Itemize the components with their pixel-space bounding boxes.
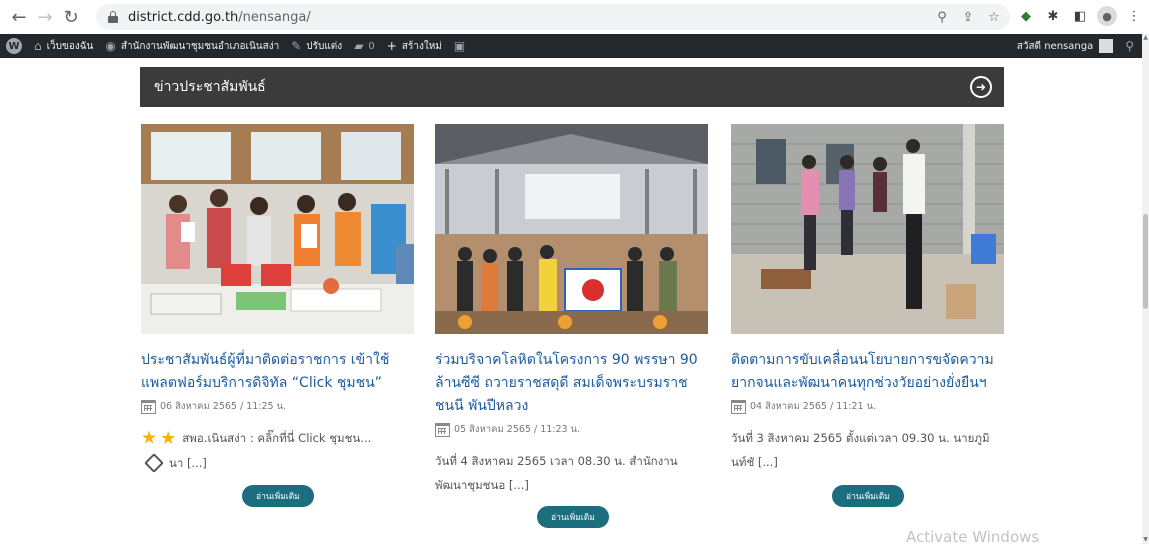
wp-site-name[interactable]: ◉ สำนักงานพัฒนาชุมชนอำเภอเนินสง่า xyxy=(99,34,285,58)
news-photo[interactable] xyxy=(141,124,414,334)
wp-new[interactable]: + สร้างใหม่ xyxy=(381,34,448,58)
news-card: ติดตามการขับเคลื่อนนโยบายการขจัดความยากจ… xyxy=(731,124,1004,474)
read-more-button[interactable]: อ่านเพิ่มเติม xyxy=(537,506,609,528)
news-date: 05 สิงหาคม 2565 / 11:23 น. xyxy=(435,422,708,437)
url-text[interactable]: district.cdd.go.th/nensanga/ xyxy=(128,10,311,25)
comment-icon: ▰ xyxy=(354,39,364,53)
wp-new-label: สร้างใหม่ xyxy=(401,40,442,52)
calendar-icon xyxy=(141,399,156,414)
arrow-right-circle-icon[interactable]: ➜ xyxy=(970,76,992,98)
lock-icon[interactable] xyxy=(108,11,118,23)
address-bar[interactable]: district.cdd.go.th/nensanga/ ⚲ ⇪ ☆ xyxy=(96,4,1010,30)
news-excerpt: วันที่ 4 สิงหาคม 2565 เวลา 08.30 น. สำนั… xyxy=(435,454,678,492)
menu-kebab-icon[interactable]: ⋮ xyxy=(1124,6,1144,26)
news-excerpt-line1: สพอ.เนินสง่า : คลิ๊กที่นี่ Click ชุมชน..… xyxy=(182,431,372,445)
news-card: ร่วมบริจาคโลหิตในโครงการ 90 พรรษา 90 ล้า… xyxy=(435,124,708,497)
brush-icon: ✎ xyxy=(291,39,302,53)
news-card: ประชาสัมพันธ์ผู้ที่มาติดต่อราชการ เข้าใช… xyxy=(141,124,414,475)
reload-icon[interactable]: ↻ xyxy=(58,4,84,30)
read-more-button[interactable]: อ่านเพิ่มเติม xyxy=(832,485,904,507)
wp-search-icon[interactable]: ⚲ xyxy=(1125,39,1134,53)
wp-my-site[interactable]: ⌂ เว็บของฉัน xyxy=(28,34,99,58)
wp-logo-menu[interactable]: W xyxy=(0,34,28,58)
share-icon[interactable]: ⇪ xyxy=(958,7,978,27)
wp-comments-count: 0 xyxy=(368,40,375,52)
news-date-text: 06 สิงหาคม 2565 / 11:25 น. xyxy=(160,401,287,412)
news-photo[interactable] xyxy=(435,124,708,334)
news-photo[interactable] xyxy=(731,124,1004,334)
star-icon: ★ xyxy=(141,427,158,449)
section-title: ข่าวประชาสัมพันธ์ xyxy=(154,79,266,95)
url-path: /nensanga/ xyxy=(238,9,311,25)
wp-site-name-label: สำนักงานพัฒนาชุมชนอำเภอเนินสง่า xyxy=(120,40,280,52)
my-site-icon: ⌂ xyxy=(34,39,42,53)
news-excerpt: วันที่ 3 สิงหาคม 2565 ตั้งแต่เวลา 09.30 … xyxy=(731,431,990,469)
star-icon: ★ xyxy=(160,427,177,449)
builder-icon: ▣ xyxy=(453,39,466,53)
news-section-header: ข่าวประชาสัมพันธ์ ➜ xyxy=(140,67,1004,107)
wp-admin-bar: W ⌂ เว็บของฉัน ◉ สำนักงานพัฒนาชุมชนอำเภอ… xyxy=(0,34,1142,58)
news-title-link[interactable]: ประชาสัมพันธ์ผู้ที่มาติดต่อราชการ เข้าใช… xyxy=(141,349,414,395)
wp-customize-label: ปรับแต่ง xyxy=(306,40,343,52)
news-excerpt: ★ ★ สพอ.เนินสง่า : คลิ๊กที่นี่ Click ชุมชน… xyxy=(141,426,414,475)
zoom-icon[interactable]: ⚲ xyxy=(932,7,952,27)
scroll-up-arrow-icon[interactable]: ▲ xyxy=(1142,34,1149,42)
calendar-icon xyxy=(731,399,746,414)
wp-customize[interactable]: ✎ ปรับแต่ง xyxy=(285,34,348,58)
calendar-icon xyxy=(435,422,450,437)
dashboard-icon: ◉ xyxy=(105,39,116,53)
activate-windows-watermark: Activate Windows xyxy=(906,528,1040,544)
news-date-text: 04 สิงหาคม 2565 / 11:21 น. xyxy=(750,401,877,412)
browser-toolbar: ← → ↻ district.cdd.go.th/nensanga/ ⚲ ⇪ ☆… xyxy=(0,0,1149,34)
news-excerpt-line2: นา [...] xyxy=(169,455,207,470)
back-icon[interactable]: ← xyxy=(6,4,32,30)
news-photo-construction xyxy=(731,124,1004,334)
wp-comments[interactable]: ▰ 0 xyxy=(348,34,381,58)
plus-icon: + xyxy=(386,39,397,53)
scroll-down-arrow-icon[interactable]: ▼ xyxy=(1142,536,1149,544)
scrollbar-thumb[interactable] xyxy=(1143,214,1148,309)
news-photo-office xyxy=(141,124,414,334)
puzzle-extension-icon[interactable]: ✱ xyxy=(1043,6,1063,26)
news-title-link[interactable]: ร่วมบริจาคโลหิตในโครงการ 90 พรรษา 90 ล้า… xyxy=(435,349,708,418)
bookmark-star-icon[interactable]: ☆ xyxy=(984,7,1004,27)
news-date: 06 สิงหาคม 2565 / 11:25 น. xyxy=(141,399,414,414)
page-scrollbar[interactable]: ▲ ▼ xyxy=(1142,34,1149,544)
wp-greeting[interactable]: สวัสดี nensanga xyxy=(1017,39,1093,54)
news-title-link[interactable]: ติดตามการขับเคลื่อนนโยบายการขจัดความยากจ… xyxy=(731,349,1004,395)
news-date: 04 สิงหาคม 2565 / 11:21 น. xyxy=(731,399,1004,414)
wp-builder[interactable]: ▣ xyxy=(448,34,471,58)
wp-my-site-label: เว็บของฉัน xyxy=(46,40,94,52)
news-photo-hall xyxy=(435,124,708,334)
wp-user-avatar[interactable] xyxy=(1099,39,1114,53)
url-domain: district.cdd.go.th xyxy=(128,9,239,25)
side-panel-icon[interactable]: ◧ xyxy=(1070,6,1090,26)
wordpress-logo-icon: W xyxy=(6,38,22,54)
read-more-button[interactable]: อ่านเพิ่มเติม xyxy=(242,485,314,507)
label-tag-icon xyxy=(144,453,164,473)
news-date-text: 05 สิงหาคม 2565 / 11:23 น. xyxy=(454,424,581,435)
forward-icon[interactable]: → xyxy=(32,4,58,30)
profile-avatar-icon[interactable]: ● xyxy=(1097,6,1117,26)
gem-extension-icon[interactable]: ◆ xyxy=(1016,6,1036,26)
